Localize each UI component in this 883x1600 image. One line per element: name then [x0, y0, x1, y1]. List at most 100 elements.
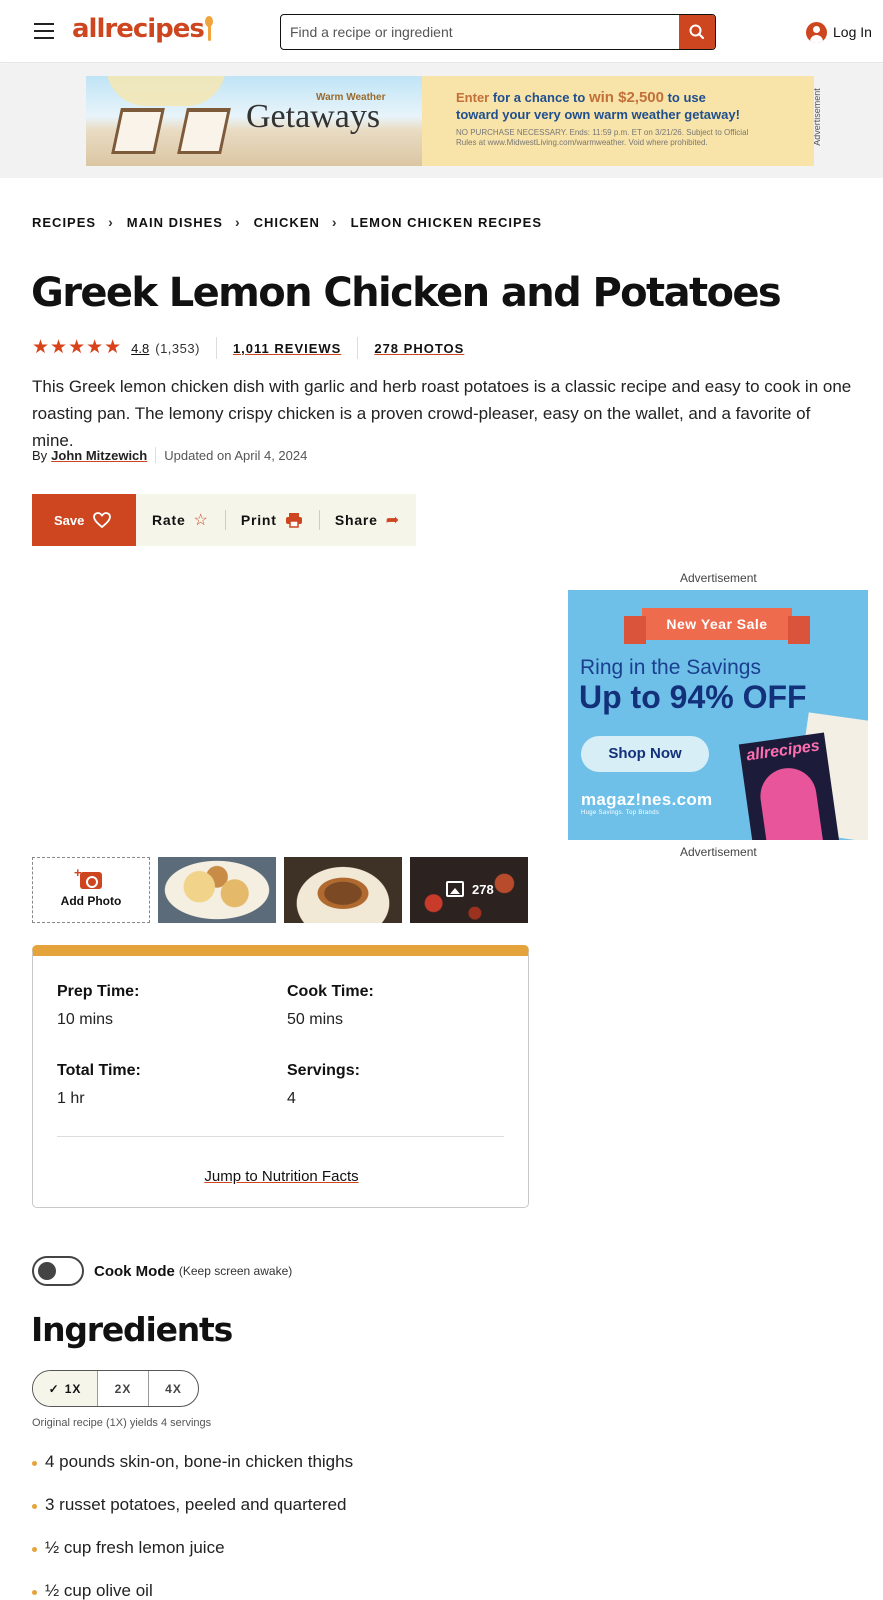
print-button[interactable]: Print: [225, 512, 319, 528]
bullet: [32, 1547, 37, 1552]
total-time-label: Total Time:: [57, 1062, 141, 1079]
magazines-sale-ad[interactable]: New Year Sale Ring in the Savings Up to …: [568, 590, 868, 840]
prep-time: Prep Time: 10 mins: [57, 983, 139, 1029]
reviews-link[interactable]: 1,011 REVIEWS: [233, 341, 341, 356]
printer-icon: [285, 513, 302, 528]
recipe-photo-thumbnail[interactable]: [284, 857, 402, 923]
login-button[interactable]: Log In: [806, 20, 872, 44]
cook-mode-sub: (Keep screen awake): [178, 1264, 293, 1278]
bullet: [32, 1461, 37, 1466]
ad-ribbon: New Year Sale: [624, 608, 810, 644]
chevron-right-icon: ›: [331, 214, 338, 230]
site-logo[interactable]: allrecipes: [72, 14, 213, 44]
ad-brand-name: magaz!nes.com: [581, 790, 713, 809]
site-header: allrecipes Log In: [0, 0, 883, 63]
search-input[interactable]: [281, 15, 679, 49]
list-item: ½ cup fresh lemon juice: [32, 1538, 353, 1581]
recipe-details-card: Prep Time: 10 mins Cook Time: 50 mins To…: [32, 945, 529, 1208]
save-label: Save: [54, 512, 85, 528]
photo-strip: + Add Photo 278: [32, 857, 536, 923]
rating-row: ★★★★★ 4.8 (1,353) 1,011 REVIEWS 278 PHOT…: [32, 337, 464, 359]
star-rating-icons: ★★★★★: [32, 337, 123, 358]
servings-value: 4: [287, 1090, 296, 1107]
list-item: 4 pounds skin-on, bone-in chicken thighs: [32, 1452, 353, 1495]
share-arrow-icon: ➦: [385, 512, 400, 529]
ingredient-text: 3 russet potatoes, peeled and quartered: [45, 1495, 347, 1514]
view-all-photos-button[interactable]: 278: [410, 857, 528, 923]
getaways-banner-ad[interactable]: Warm Weather Getaways Enter for a chance…: [86, 76, 814, 166]
recipe-photo-thumbnail[interactable]: [158, 857, 276, 923]
scale-1x-button[interactable]: ✓ 1X: [33, 1371, 97, 1406]
rate-button[interactable]: Rate ☆: [136, 510, 225, 530]
ad-headline: Getaways: [246, 98, 381, 135]
rate-label: Rate: [152, 512, 186, 528]
total-time: Total Time: 1 hr: [57, 1062, 141, 1108]
rating-count: (1,353): [155, 340, 200, 356]
cook-time-value: 50 mins: [287, 1011, 344, 1028]
yields-note: Original recipe (1X) yields 4 servings: [32, 1417, 212, 1429]
menu-icon[interactable]: [34, 23, 54, 39]
ingredient-text: ½ cup olive oil: [45, 1581, 153, 1600]
ingredient-list: 4 pounds skin-on, bone-in chicken thighs…: [32, 1452, 353, 1600]
updated-date: Updated on April 4, 2024: [164, 447, 308, 463]
servings: Servings: 4: [287, 1062, 360, 1108]
toggle-knob: [38, 1262, 56, 1280]
save-button[interactable]: Save: [32, 494, 136, 546]
cook-mode: Cook Mode (Keep screen awake): [32, 1256, 292, 1286]
ad-line1-mid: for a chance to: [489, 90, 589, 105]
ad-amount: win $2,500: [588, 89, 664, 106]
servings-scale: ✓ 1X 2X 4X: [32, 1370, 199, 1407]
ad-brand: magaz!nes.com Huge Savings. Top Brands: [581, 790, 712, 816]
divider: [57, 1136, 504, 1137]
breadcrumb-recipes[interactable]: RECIPES: [32, 215, 96, 230]
ad-brand-tag: Huge Savings. Top Brands: [581, 810, 660, 816]
scale-4x-button[interactable]: 4X: [148, 1371, 198, 1406]
ad-caption-bottom: Advertisement: [680, 845, 757, 859]
check-icon: ✓: [48, 1381, 60, 1396]
cook-mode-toggle[interactable]: [32, 1256, 84, 1286]
search-button[interactable]: [679, 15, 715, 49]
beach-image: Warm Weather Getaways: [86, 76, 422, 166]
share-button[interactable]: Share ➦: [319, 510, 416, 530]
ad-line2: toward your very own warm weather getawa…: [456, 107, 740, 122]
recipe-actions: Save Rate ☆ Print Share ➦: [32, 494, 416, 546]
list-item: 3 russet potatoes, peeled and quartered: [32, 1495, 353, 1538]
account-icon: [806, 21, 827, 43]
add-photo-button[interactable]: + Add Photo: [32, 857, 150, 923]
jump-to-nutrition-link[interactable]: Jump to Nutrition Facts: [33, 1168, 530, 1185]
breadcrumb: RECIPES › MAIN DISHES › CHICKEN › LEMON …: [32, 214, 542, 230]
print-label: Print: [240, 512, 277, 528]
list-item: ½ cup olive oil: [32, 1581, 353, 1600]
rating-value[interactable]: 4.8: [131, 341, 149, 356]
bullet: [32, 1590, 37, 1595]
ingredient-text: ½ cup fresh lemon juice: [45, 1538, 225, 1557]
breadcrumb-chicken[interactable]: CHICKEN: [254, 215, 320, 230]
ad-fine-print: NO PURCHASE NECESSARY. Ends: 11:59 p.m. …: [456, 128, 749, 147]
star-outline-icon: ☆: [193, 512, 209, 529]
breadcrumb-main-dishes[interactable]: MAIN DISHES: [127, 215, 223, 230]
scale-2x-button[interactable]: 2X: [97, 1371, 148, 1406]
breadcrumb-lemon-chicken[interactable]: LEMON CHICKEN RECIPES: [351, 215, 542, 230]
ad-caption-top: Advertisement: [680, 571, 757, 585]
camera-plus-icon: +: [74, 865, 102, 889]
ad-line1-end: to use: [663, 90, 706, 105]
search-bar: [280, 14, 716, 50]
divider: [357, 337, 359, 359]
heart-icon: [93, 512, 112, 529]
chevron-right-icon: ›: [108, 214, 114, 230]
byline: By John Mitzewich Updated on April 4, 20…: [32, 447, 307, 463]
action-group: Rate ☆ Print Share ➦: [136, 494, 416, 546]
divider: [155, 447, 157, 463]
by-prefix: By: [32, 447, 48, 463]
prep-time-label: Prep Time:: [57, 983, 140, 1000]
scale-1x-label: 1X: [64, 1381, 82, 1396]
ingredients-heading: Ingredients: [31, 1310, 233, 1349]
logo-text: allrecipes: [72, 14, 205, 44]
prep-time-value: 10 mins: [57, 1011, 114, 1028]
photos-link[interactable]: 278 PHOTOS: [374, 341, 464, 356]
shop-now-button[interactable]: Shop Now: [581, 736, 709, 772]
ad-line1: Ring in the Savings: [580, 656, 761, 679]
servings-label: Servings:: [287, 1062, 360, 1079]
search-icon: [689, 24, 705, 40]
author-link[interactable]: John Mitzewich: [51, 448, 147, 463]
